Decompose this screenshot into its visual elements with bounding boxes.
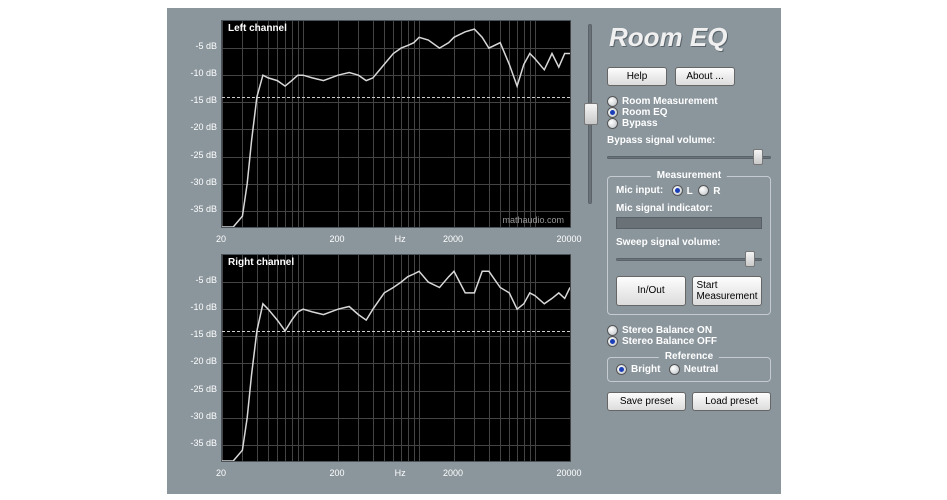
x-tick-label: 20 bbox=[216, 468, 226, 478]
x-tick-label: 20000 bbox=[556, 468, 581, 478]
bypass-volume-slider[interactable] bbox=[607, 150, 771, 166]
chart-body: Right channel bbox=[221, 254, 571, 462]
y-tick-label: -20 dB bbox=[177, 356, 217, 366]
mode-label: Room EQ bbox=[622, 107, 668, 118]
mode-room-measurement[interactable]: Room Measurement bbox=[607, 96, 771, 107]
x-tick-label: 200 bbox=[329, 234, 344, 244]
mic-input-label: Mic input: bbox=[616, 186, 663, 197]
right-channel-chart: Right channel -5 dB -10 dB -15 dB -20 dB -25… bbox=[177, 250, 575, 478]
control-panel: Room EQ Help About ... Room Measurement … bbox=[603, 8, 781, 494]
y-tick-label: -30 dB bbox=[177, 411, 217, 421]
group-label: Reference bbox=[659, 351, 719, 362]
mode-room-eq[interactable]: Room EQ bbox=[607, 107, 771, 118]
x-axis-unit: Hz bbox=[395, 234, 406, 244]
measurement-group: Measurement Mic input: L R Mic signal in… bbox=[607, 176, 771, 314]
stereo-balance-on[interactable]: Stereo Balance ON bbox=[607, 325, 771, 336]
stereo-balance-off[interactable]: Stereo Balance OFF bbox=[607, 336, 771, 347]
group-label: Measurement bbox=[651, 170, 727, 181]
watermark: mathaudio.com bbox=[502, 215, 564, 225]
y-tick-label: -25 dB bbox=[177, 150, 217, 160]
in-out-button[interactable]: In/Out bbox=[616, 276, 686, 306]
mic-indicator-label: Mic signal indicator: bbox=[616, 203, 762, 214]
sweep-volume-slider[interactable] bbox=[616, 252, 762, 268]
goal-slider-column bbox=[577, 8, 603, 494]
slider-thumb[interactable] bbox=[745, 251, 755, 267]
y-tick-label: -35 dB bbox=[177, 204, 217, 214]
about-button[interactable]: About ... bbox=[675, 67, 735, 86]
x-tick-label: 20 bbox=[216, 234, 226, 244]
mode-label: Bypass bbox=[622, 118, 658, 129]
y-tick-label: -30 dB bbox=[177, 177, 217, 187]
response-curve bbox=[222, 255, 570, 461]
bypass-volume-label: Bypass signal volume: bbox=[607, 135, 771, 146]
y-tick-label: -5 dB bbox=[177, 275, 217, 285]
charts-column: Left channel mathaudio.com -5 dB -10 dB -15… bbox=[167, 8, 577, 494]
reference-group: Reference Bright Neutral bbox=[607, 357, 771, 382]
y-tick-label: -20 dB bbox=[177, 122, 217, 132]
goal-level-slider[interactable] bbox=[588, 24, 592, 204]
y-tick-label: -10 dB bbox=[177, 68, 217, 78]
chart-body: Left channel mathaudio.com bbox=[221, 20, 571, 228]
mode-label: Room Measurement bbox=[622, 96, 718, 107]
y-tick-label: -5 dB bbox=[177, 41, 217, 51]
x-tick-label: 2000 bbox=[443, 468, 463, 478]
chart-title: Left channel bbox=[228, 23, 287, 34]
left-channel-chart: Left channel mathaudio.com -5 dB -10 dB -15… bbox=[177, 16, 575, 244]
mic-input-l[interactable]: L bbox=[672, 186, 693, 197]
slider-thumb[interactable] bbox=[584, 103, 598, 125]
sweep-volume-label: Sweep signal volume: bbox=[616, 237, 762, 248]
y-tick-label: -15 dB bbox=[177, 95, 217, 105]
stereo-label: Stereo Balance OFF bbox=[622, 336, 717, 347]
mode-bypass[interactable]: Bypass bbox=[607, 118, 771, 129]
x-tick-label: 20000 bbox=[556, 234, 581, 244]
start-measurement-button[interactable]: Start Measurement bbox=[692, 276, 762, 306]
y-tick-label: -15 dB bbox=[177, 329, 217, 339]
reference-bright[interactable]: Bright bbox=[616, 364, 660, 375]
save-preset-button[interactable]: Save preset bbox=[607, 392, 686, 411]
mic-signal-indicator bbox=[616, 217, 762, 229]
reference-neutral[interactable]: Neutral bbox=[669, 364, 718, 375]
response-curve bbox=[222, 21, 570, 227]
x-tick-label: 2000 bbox=[443, 234, 463, 244]
load-preset-button[interactable]: Load preset bbox=[692, 392, 771, 411]
help-button[interactable]: Help bbox=[607, 67, 667, 86]
y-tick-label: -35 dB bbox=[177, 438, 217, 448]
x-tick-label: 200 bbox=[329, 468, 344, 478]
y-tick-label: -10 dB bbox=[177, 302, 217, 312]
app-title: Room EQ bbox=[609, 22, 771, 53]
app-window: Left channel mathaudio.com -5 dB -10 dB -15… bbox=[167, 8, 781, 494]
slider-thumb[interactable] bbox=[753, 149, 763, 165]
y-tick-label: -25 dB bbox=[177, 384, 217, 394]
chart-title: Right channel bbox=[228, 257, 294, 268]
x-axis-unit: Hz bbox=[395, 468, 406, 478]
stereo-label: Stereo Balance ON bbox=[622, 325, 712, 336]
mic-input-r[interactable]: R bbox=[698, 186, 720, 197]
